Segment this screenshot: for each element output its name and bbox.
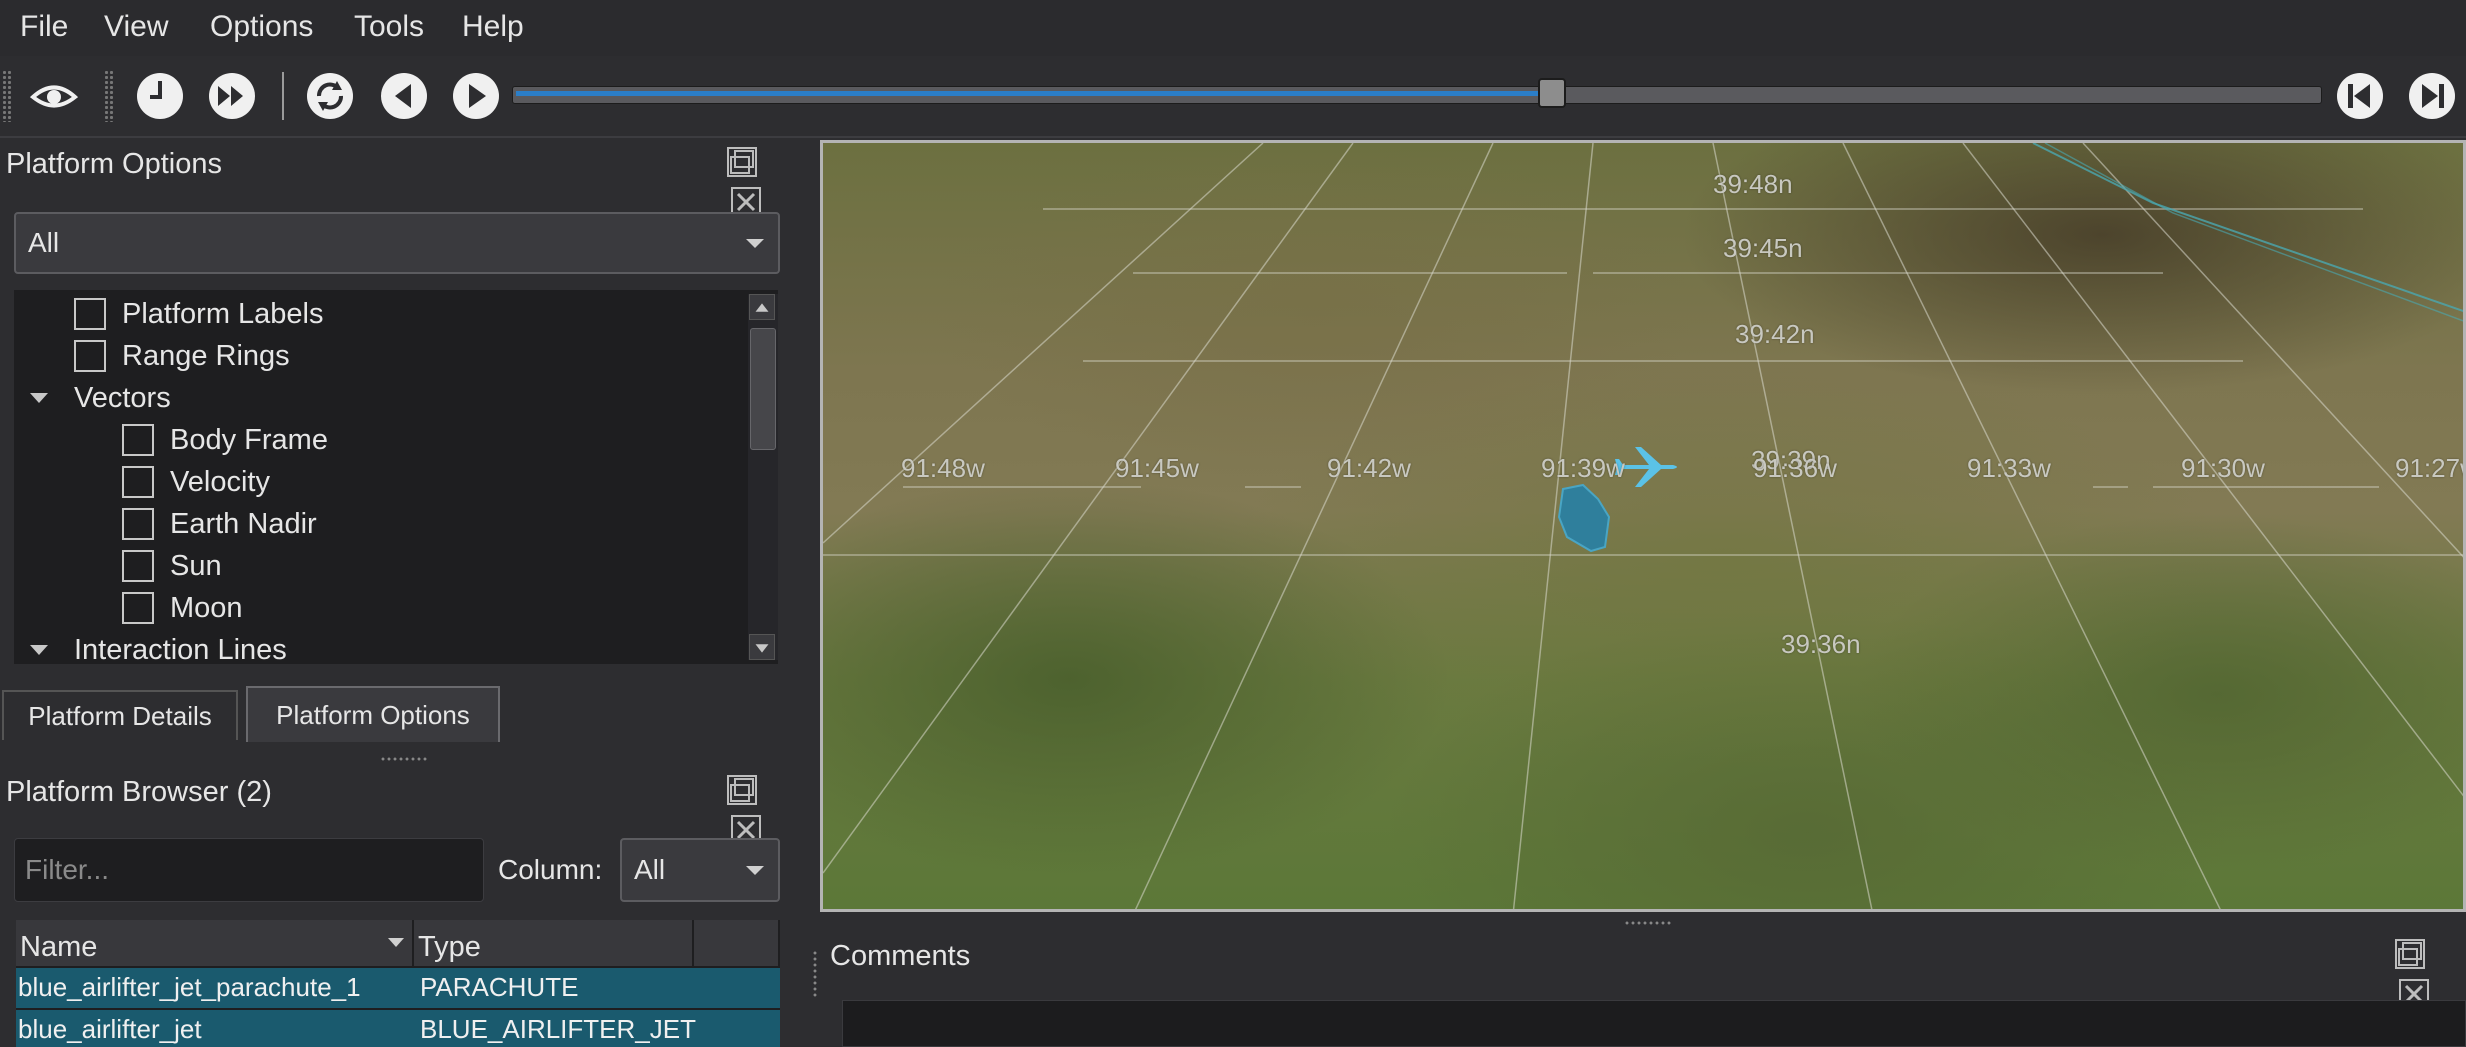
tree-item-vectors[interactable]: Vectors bbox=[30, 378, 171, 418]
table-row[interactable]: blue_airlifter_jet_parachute_1 PARACHUTE bbox=[16, 968, 780, 1008]
platform-options-tree: Platform Labels Range Rings Vectors Body… bbox=[14, 290, 778, 664]
play-icon[interactable] bbox=[450, 70, 502, 122]
chevron-down-icon bbox=[746, 239, 764, 248]
dock-splitter[interactable] bbox=[380, 756, 428, 762]
lake-shape bbox=[1557, 483, 1611, 553]
column-header-name[interactable]: Name bbox=[16, 920, 414, 966]
viewport-splitter[interactable] bbox=[1624, 920, 1672, 926]
lon-label: 91:42w bbox=[1327, 453, 1411, 483]
column-select[interactable]: All bbox=[620, 838, 780, 902]
tab-platform-options[interactable]: Platform Options bbox=[246, 686, 500, 742]
scroll-up-icon[interactable] bbox=[749, 294, 775, 320]
lon-label: 91:30w bbox=[2181, 453, 2265, 483]
expand-arrow-icon[interactable] bbox=[30, 645, 48, 655]
comments-text-area[interactable] bbox=[842, 1000, 2466, 1047]
menu-file[interactable]: File bbox=[20, 10, 68, 44]
checkbox[interactable] bbox=[122, 592, 154, 624]
checkbox[interactable] bbox=[122, 508, 154, 540]
platform-table: Name Type blue_airlifter_jet_parachute_1… bbox=[16, 920, 780, 1047]
column-select-value: All bbox=[634, 854, 666, 885]
menu-tools[interactable]: Tools bbox=[354, 10, 424, 44]
platform-filter-input[interactable] bbox=[14, 838, 484, 902]
lat-label: 39:36n bbox=[1781, 629, 1861, 659]
lon-label: 91:27w bbox=[2395, 453, 2463, 483]
checkbox[interactable] bbox=[74, 340, 106, 372]
lon-label: 91:45w bbox=[1115, 453, 1199, 483]
tab-platform-details[interactable]: Platform Details bbox=[2, 690, 238, 740]
platform-filter-value: All bbox=[28, 227, 60, 258]
float-icon[interactable] bbox=[2394, 938, 2426, 970]
lat-label: 39:42n bbox=[1735, 319, 1815, 349]
menu-bar: File View Options Tools Help bbox=[0, 0, 2466, 56]
tree-item-velocity[interactable]: Velocity bbox=[122, 462, 270, 502]
comments-title: Comments bbox=[830, 940, 971, 972]
menu-help[interactable]: Help bbox=[462, 10, 524, 44]
tree-item-interaction-lines[interactable]: Interaction Lines bbox=[30, 630, 287, 664]
column-label: Column: bbox=[498, 854, 603, 885]
platform-options-title: Platform Options bbox=[6, 148, 222, 180]
platform-browser-dock-buttons bbox=[726, 774, 796, 845]
toolbar bbox=[0, 56, 2466, 138]
timeline-handle[interactable] bbox=[1538, 78, 1566, 108]
cell-name: blue_airlifter_jet_parachute_1 bbox=[18, 972, 361, 1002]
tree-item-platform-labels[interactable]: Platform Labels bbox=[74, 294, 324, 334]
lon-label: 91:33w bbox=[1967, 453, 2051, 483]
lon-label: 91:36w bbox=[1753, 453, 1837, 483]
platform-options-dock-buttons bbox=[726, 146, 796, 217]
sort-arrow-icon bbox=[388, 938, 404, 947]
fast-forward-icon[interactable] bbox=[206, 70, 258, 122]
step-back-icon[interactable] bbox=[378, 70, 430, 122]
scroll-thumb[interactable] bbox=[750, 328, 776, 450]
lon-label: 91:39w bbox=[1541, 453, 1625, 483]
main-splitter[interactable] bbox=[812, 950, 818, 998]
comments-dock-buttons bbox=[2394, 938, 2464, 1009]
map-grid bbox=[823, 143, 2463, 909]
expand-arrow-icon[interactable] bbox=[30, 393, 48, 403]
lat-label: 39:48n bbox=[1713, 169, 1793, 199]
skip-start-icon[interactable] bbox=[2334, 70, 2386, 122]
column-header-blank bbox=[694, 920, 780, 966]
table-row[interactable]: blue_airlifter_jet BLUE_AIRLIFTER_JET bbox=[16, 1010, 780, 1047]
lon-label: 91:48w bbox=[901, 453, 985, 483]
platform-filter-combo[interactable]: All bbox=[14, 212, 780, 274]
loop-icon[interactable] bbox=[304, 70, 356, 122]
clock-icon[interactable] bbox=[134, 70, 186, 122]
lat-label: 39:45n bbox=[1723, 233, 1803, 263]
tree-item-moon[interactable]: Moon bbox=[122, 588, 243, 628]
menu-options[interactable]: Options bbox=[210, 10, 313, 44]
tree-item-body-frame[interactable]: Body Frame bbox=[122, 420, 328, 460]
checkbox[interactable] bbox=[122, 550, 154, 582]
chevron-down-icon bbox=[746, 866, 764, 875]
eye-icon[interactable] bbox=[28, 70, 80, 122]
platform-browser-title: Platform Browser (2) bbox=[6, 776, 272, 808]
scroll-down-icon[interactable] bbox=[749, 634, 775, 660]
map-viewport[interactable]: 39:48n 39:45n 39:42n 39:39n 39:36n 91:48… bbox=[820, 140, 2466, 912]
column-header-type[interactable]: Type bbox=[414, 920, 694, 966]
tree-scrollbar[interactable] bbox=[748, 294, 778, 660]
tree-item-range-rings[interactable]: Range Rings bbox=[74, 336, 290, 376]
tree-item-sun[interactable]: Sun bbox=[122, 546, 222, 586]
float-icon[interactable] bbox=[726, 774, 758, 806]
cell-type: PARACHUTE bbox=[420, 972, 579, 1002]
cell-type: BLUE_AIRLIFTER_JET bbox=[420, 1014, 696, 1044]
timeline-slider[interactable] bbox=[512, 78, 2322, 108]
checkbox[interactable] bbox=[122, 424, 154, 456]
cell-name: blue_airlifter_jet bbox=[18, 1014, 202, 1044]
toolbar-grip-2[interactable] bbox=[104, 70, 114, 122]
tree-item-earth-nadir[interactable]: Earth Nadir bbox=[122, 504, 317, 544]
toolbar-separator bbox=[282, 72, 284, 120]
checkbox[interactable] bbox=[122, 466, 154, 498]
checkbox[interactable] bbox=[74, 298, 106, 330]
menu-view[interactable]: View bbox=[104, 10, 168, 44]
skip-end-icon[interactable] bbox=[2406, 70, 2458, 122]
toolbar-grip[interactable] bbox=[2, 70, 12, 122]
timeline-fill bbox=[516, 91, 1538, 96]
float-icon[interactable] bbox=[726, 146, 758, 178]
